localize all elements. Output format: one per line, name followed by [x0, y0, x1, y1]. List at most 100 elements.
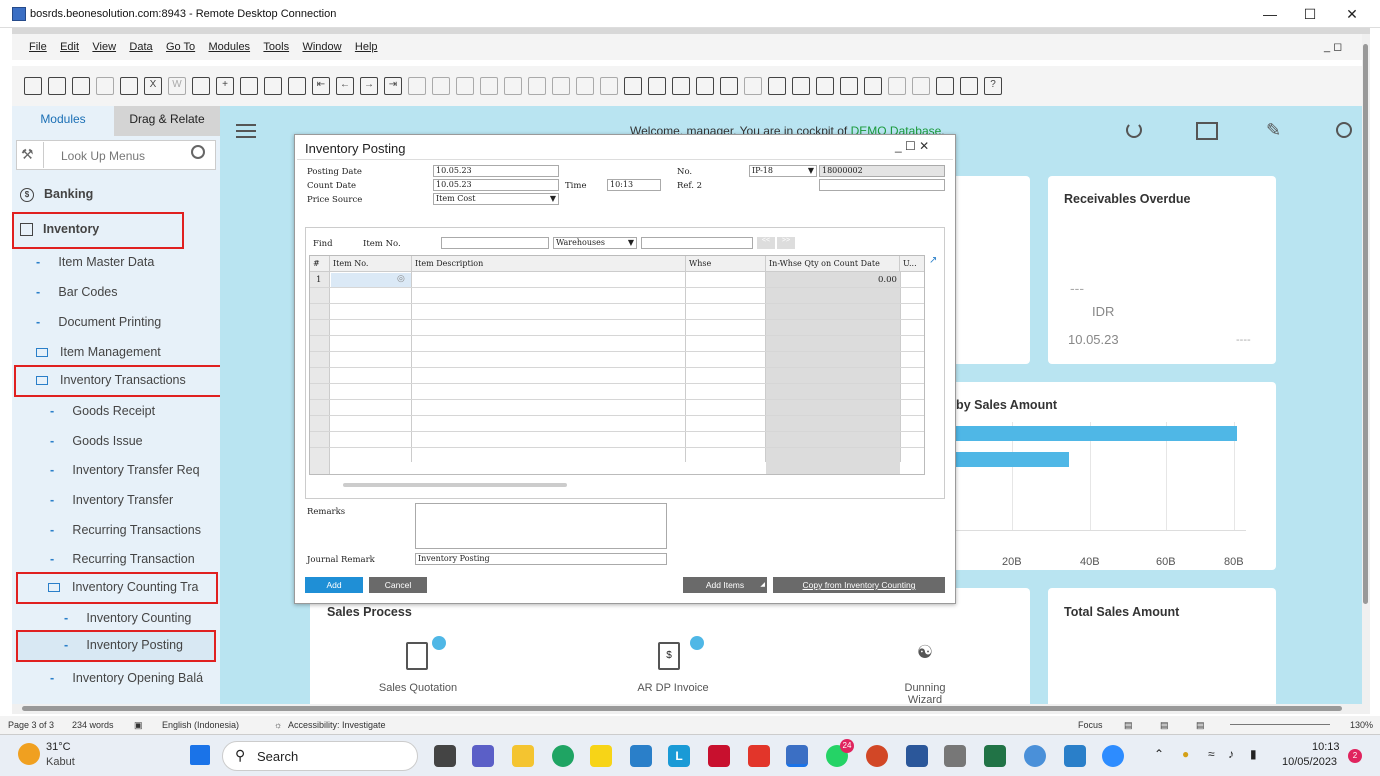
browser-icon[interactable]	[1024, 745, 1046, 767]
filter-icon[interactable]	[432, 77, 450, 95]
warehouses-select[interactable]: Warehouses ▼	[553, 237, 637, 249]
nav-inventory-counting-transactions[interactable]: Inventory Counting Tra	[16, 572, 218, 604]
menu-edit[interactable]: Edit	[60, 34, 79, 60]
chart-bar[interactable]	[956, 426, 1237, 441]
restore-app-icon[interactable]: _ ◻	[1324, 40, 1342, 53]
print-icon[interactable]	[48, 77, 66, 95]
calculator-icon[interactable]	[944, 745, 966, 767]
nav-inventory-opening-balance[interactable]: - Inventory Opening Balá	[12, 666, 220, 690]
weather-icon[interactable]	[18, 743, 40, 765]
remarks-field[interactable]	[415, 503, 667, 549]
maximize-icon[interactable]: ☐	[1290, 4, 1330, 24]
form-settings-icon[interactable]	[672, 77, 690, 95]
nav-recurring-transactions[interactable]: - Recurring Transactions	[12, 518, 220, 542]
anydesk-icon[interactable]	[748, 745, 770, 767]
close-icon[interactable]: ✕	[1332, 4, 1372, 24]
horizontal-scrollbar[interactable]	[343, 483, 567, 487]
start-icon[interactable]	[190, 745, 210, 765]
wifi-icon[interactable]: ≈	[1208, 747, 1215, 761]
layout-icon[interactable]	[600, 77, 618, 95]
sms-icon[interactable]	[96, 77, 114, 95]
tab-drag-relate[interactable]: Drag & Relate	[114, 106, 220, 136]
target-document-icon[interactable]	[504, 77, 522, 95]
window-layout-icon[interactable]	[240, 77, 258, 95]
minimize-icon[interactable]: —	[1250, 4, 1290, 24]
user-icon[interactable]	[864, 77, 882, 95]
time-field[interactable]: 10:13	[607, 179, 661, 191]
nav-goods-issue[interactable]: - Goods Issue	[12, 429, 220, 453]
nav-bar-codes[interactable]: - Bar Codes	[12, 280, 220, 304]
find-item-field[interactable]	[441, 237, 549, 249]
gross-profit-icon[interactable]	[528, 77, 546, 95]
clock-date[interactable]: 10/05/2023	[1282, 756, 1337, 768]
calendar-icon[interactable]	[768, 77, 786, 95]
print-layout-icon[interactable]: ▤	[1160, 716, 1169, 734]
menu-file[interactable]: File	[29, 34, 47, 60]
sticky-notes-icon[interactable]	[590, 745, 612, 767]
pdf-export-icon[interactable]	[192, 77, 210, 95]
posting-date-field[interactable]: 10.05.23	[433, 165, 559, 177]
messages-icon[interactable]	[720, 77, 738, 95]
web-layout-icon[interactable]: ▤	[1196, 716, 1205, 734]
close-icon[interactable]: ✕	[919, 139, 929, 153]
email-icon[interactable]	[72, 77, 90, 95]
menu-tools[interactable]: Tools	[263, 34, 289, 60]
menu-goto[interactable]: Go To	[166, 34, 195, 60]
store-icon[interactable]	[630, 745, 652, 767]
nav-item-management[interactable]: Item Management	[12, 340, 220, 364]
menu-view[interactable]: View	[92, 34, 116, 60]
ar-dp-invoice-icon[interactable]: $	[658, 642, 680, 670]
col-header-description[interactable]: Item Description	[412, 256, 686, 272]
clock-time[interactable]: 10:13	[1312, 741, 1340, 753]
col-header-uom[interactable]: U...	[900, 256, 924, 272]
add-items-button[interactable]: Add Items ◢	[683, 577, 767, 593]
last-record-icon[interactable]: ⇥	[384, 77, 402, 95]
nav-goods-receipt[interactable]: - Goods Receipt	[12, 399, 220, 423]
vertical-scrollbar-thumb[interactable]	[1363, 44, 1368, 604]
hamburger-menu-icon[interactable]	[236, 124, 256, 138]
refresh-icon[interactable]	[1126, 122, 1142, 138]
menu-data[interactable]: Data	[129, 34, 152, 60]
print-preview-icon[interactable]	[24, 77, 42, 95]
volume-icon[interactable]: ♪	[1228, 747, 1234, 761]
row1-itemno-cell[interactable]: ◎	[331, 273, 411, 287]
teams-icon[interactable]	[472, 745, 494, 767]
chart-bar[interactable]	[956, 452, 1069, 467]
expand-grid-icon[interactable]: ↗	[929, 255, 937, 266]
calculator-icon[interactable]	[816, 77, 834, 95]
link-arrow-icon[interactable]: ◎	[397, 273, 405, 284]
alerts-icon[interactable]	[744, 77, 762, 95]
cancel-button[interactable]: Cancel	[369, 577, 427, 593]
previous-record-icon[interactable]: ←	[336, 77, 354, 95]
battery-icon[interactable]: ▮	[1250, 747, 1257, 761]
chevron-down-icon[interactable]	[690, 636, 704, 650]
query-icon[interactable]	[624, 77, 642, 95]
zoom-icon[interactable]	[1102, 745, 1124, 767]
excel-export-icon[interactable]: X	[144, 77, 162, 95]
help-icon[interactable]: ?	[984, 77, 1002, 95]
sales-quotation-icon[interactable]	[406, 642, 428, 670]
refresh-icon[interactable]	[408, 77, 426, 95]
word-export-icon[interactable]: W	[168, 77, 186, 95]
language[interactable]: English (Indonesia)	[162, 716, 239, 734]
nav-banking[interactable]: $ Banking	[12, 182, 220, 206]
nav-inventory[interactable]: Inventory	[12, 212, 184, 249]
drafts-icon[interactable]	[888, 77, 906, 95]
sales-quotation-label[interactable]: Sales Quotation	[370, 682, 466, 694]
file-explorer-icon[interactable]	[512, 745, 534, 767]
powerpoint-icon[interactable]	[866, 745, 888, 767]
nav-inventory-transactions[interactable]: Inventory Transactions	[14, 365, 220, 397]
move-icon[interactable]: +	[216, 77, 234, 95]
previous-match-button[interactable]: <<	[757, 237, 775, 249]
doc-number-field[interactable]: 18000002	[819, 165, 945, 177]
zoom-slider[interactable]	[1230, 724, 1330, 725]
folder-icon[interactable]	[1196, 122, 1218, 140]
microphone-icon[interactable]: ●	[1182, 747, 1189, 761]
dunning-wizard-icon[interactable]: ☯	[908, 642, 942, 670]
nav-inventory-posting[interactable]: - Inventory Posting	[16, 630, 216, 662]
journal-remark-field[interactable]: Inventory Posting	[415, 553, 667, 565]
notification-badge[interactable]: 2	[1348, 749, 1362, 763]
remote-desktop-icon[interactable]	[786, 745, 808, 767]
chevron-down-icon[interactable]	[432, 636, 446, 650]
app-l-icon[interactable]: L	[668, 745, 690, 767]
